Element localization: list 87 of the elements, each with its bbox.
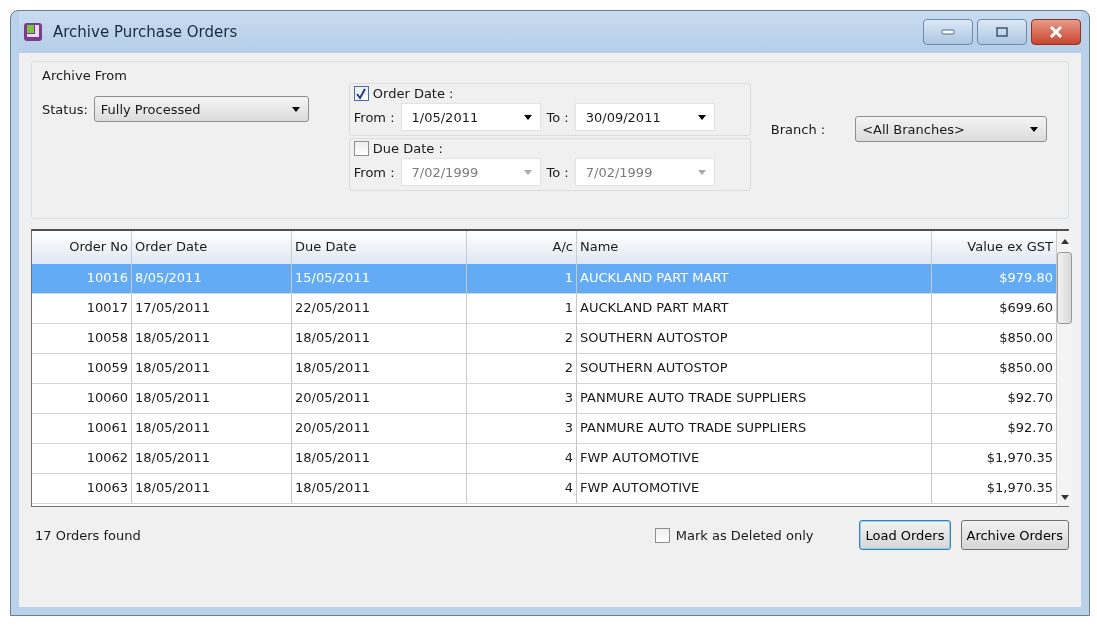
checkbox-label: Due Date : — [372, 141, 443, 156]
checkbox-label: Order Date : — [372, 86, 454, 101]
table-cell: SOUTHERN AUTOSTOP — [577, 354, 932, 383]
maximize-icon — [996, 27, 1008, 37]
table-cell: 18/05/2011 — [132, 384, 292, 413]
table-cell: 10062 — [32, 444, 132, 473]
table-row[interactable]: 10061 18/05/2011 20/05/2011 3 PANMURE AUTO TRADE SUPPLIERS $92.70 — [32, 414, 1057, 444]
table-cell: 1 — [467, 294, 577, 323]
table-cell: 10063 — [32, 474, 132, 503]
dropdown-arrow-icon — [697, 114, 706, 120]
group-title: Archive From — [42, 68, 128, 83]
table-cell: 4 — [467, 444, 577, 473]
checkbox-label: Mark as Deleted only — [675, 527, 814, 543]
table-cell: 10061 — [32, 414, 132, 443]
table-cell: 18/05/2011 — [132, 444, 292, 473]
table-cell: AUCKLAND PART MART — [577, 264, 932, 293]
to-label: To : — [546, 164, 569, 180]
status-dropdown[interactable]: Fully Processed — [93, 96, 309, 122]
table-cell: PANMURE AUTO TRADE SUPPLIERS — [577, 414, 932, 443]
table-cell: 18/05/2011 — [292, 444, 467, 473]
table-cell: 18/05/2011 — [132, 474, 292, 503]
scroll-down-icon — [1060, 495, 1069, 500]
dropdown-arrow-icon — [523, 169, 532, 175]
table-row[interactable]: 10060 18/05/2011 20/05/2011 3 PANMURE AUTO TRADE SUPPLIERS $92.70 — [32, 384, 1057, 414]
dropdown-arrow-icon — [523, 114, 532, 120]
checkbox[interactable] — [353, 86, 369, 101]
table-row[interactable]: 10058 18/05/2011 18/05/2011 2 SOUTHERN AUTOSTOP $850.00 — [32, 324, 1057, 354]
from-label: From : — [353, 164, 395, 180]
status-label: Status: — [42, 101, 88, 117]
app-icon — [23, 22, 43, 42]
table-cell: 17/05/2011 — [132, 294, 292, 323]
table-row[interactable]: 10059 18/05/2011 18/05/2011 2 SOUTHERN AUTOSTOP $850.00 — [32, 354, 1057, 384]
minimize-icon — [941, 29, 955, 35]
to-date-field[interactable]: 7/02/1999 — [574, 158, 715, 186]
table-cell: SOUTHERN AUTOSTOP — [577, 324, 932, 353]
table-cell: 18/05/2011 — [292, 324, 467, 353]
window-title: Archive Purchase Orders — [53, 23, 238, 41]
table-cell: 2 — [467, 354, 577, 383]
from-label: From : — [353, 109, 395, 125]
dropdown-arrow-icon — [1030, 126, 1039, 132]
to-date-field[interactable]: 30/09/2011 — [574, 103, 715, 131]
minimize-button[interactable] — [923, 19, 973, 45]
action-button[interactable]: Load Orders — [859, 520, 951, 550]
checkbox[interactable] — [353, 141, 369, 156]
table-cell: 10016 — [32, 264, 132, 293]
scrollbar[interactable] — [1057, 231, 1072, 506]
table-row[interactable]: 10062 18/05/2011 18/05/2011 4 FWP AUTOMOTIVE $1,970.35 — [32, 444, 1057, 474]
branch-dropdown[interactable]: <All Branches> — [855, 116, 1048, 142]
maximize-button[interactable] — [977, 19, 1027, 45]
table-row[interactable]: 10017 17/05/2011 22/05/2011 1 AUCKLAND PART MART $699.60 — [32, 294, 1057, 324]
action-button[interactable]: Archive Orders — [960, 520, 1069, 550]
dropdown-arrow-icon — [291, 106, 300, 112]
table-cell: 15/05/2011 — [292, 264, 467, 293]
table-cell: FWP AUTOMOTIVE — [577, 474, 932, 503]
table-cell: 18/05/2011 — [292, 354, 467, 383]
table-cell: 18/05/2011 — [132, 324, 292, 353]
table-cell: 1 — [467, 264, 577, 293]
table-cell: 22/05/2011 — [292, 294, 467, 323]
table-cell: 8/05/2011 — [132, 264, 292, 293]
table-cell: 2 — [467, 324, 577, 353]
branch-label: Branch : — [770, 121, 826, 137]
table-row[interactable]: 10063 18/05/2011 18/05/2011 4 FWP AUTOMOTIVE $1,970.35 — [32, 474, 1057, 504]
table-cell: 20/05/2011 — [292, 384, 467, 413]
scroll-thumb[interactable] — [1057, 252, 1072, 324]
table-cell: 20/05/2011 — [292, 414, 467, 443]
table-cell: 18/05/2011 — [132, 354, 292, 383]
table-cell: 10060 — [32, 384, 132, 413]
table-cell: 3 — [467, 384, 577, 413]
table-cell: 10017 — [32, 294, 132, 323]
checkbox[interactable] — [654, 527, 670, 543]
scroll-up-icon — [1060, 239, 1069, 244]
table-cell: 10059 — [32, 354, 132, 383]
table-cell: 18/05/2011 — [132, 414, 292, 443]
status-text: 17 Orders found — [35, 527, 141, 543]
table-cell: 10058 — [32, 324, 132, 353]
from-date-field[interactable]: 7/02/1999 — [400, 158, 541, 186]
dropdown-arrow-icon — [697, 169, 706, 175]
close-button[interactable] — [1031, 19, 1081, 45]
to-label: To : — [546, 109, 569, 125]
from-date-field[interactable]: 1/05/2011 — [400, 103, 541, 131]
table-cell: 3 — [467, 414, 577, 443]
table-cell: AUCKLAND PART MART — [577, 294, 932, 323]
table-cell: PANMURE AUTO TRADE SUPPLIERS — [577, 384, 932, 413]
close-icon — [1049, 26, 1063, 38]
table-cell: 18/05/2011 — [292, 474, 467, 503]
table-cell: FWP AUTOMOTIVE — [577, 444, 932, 473]
table-cell: 4 — [467, 474, 577, 503]
